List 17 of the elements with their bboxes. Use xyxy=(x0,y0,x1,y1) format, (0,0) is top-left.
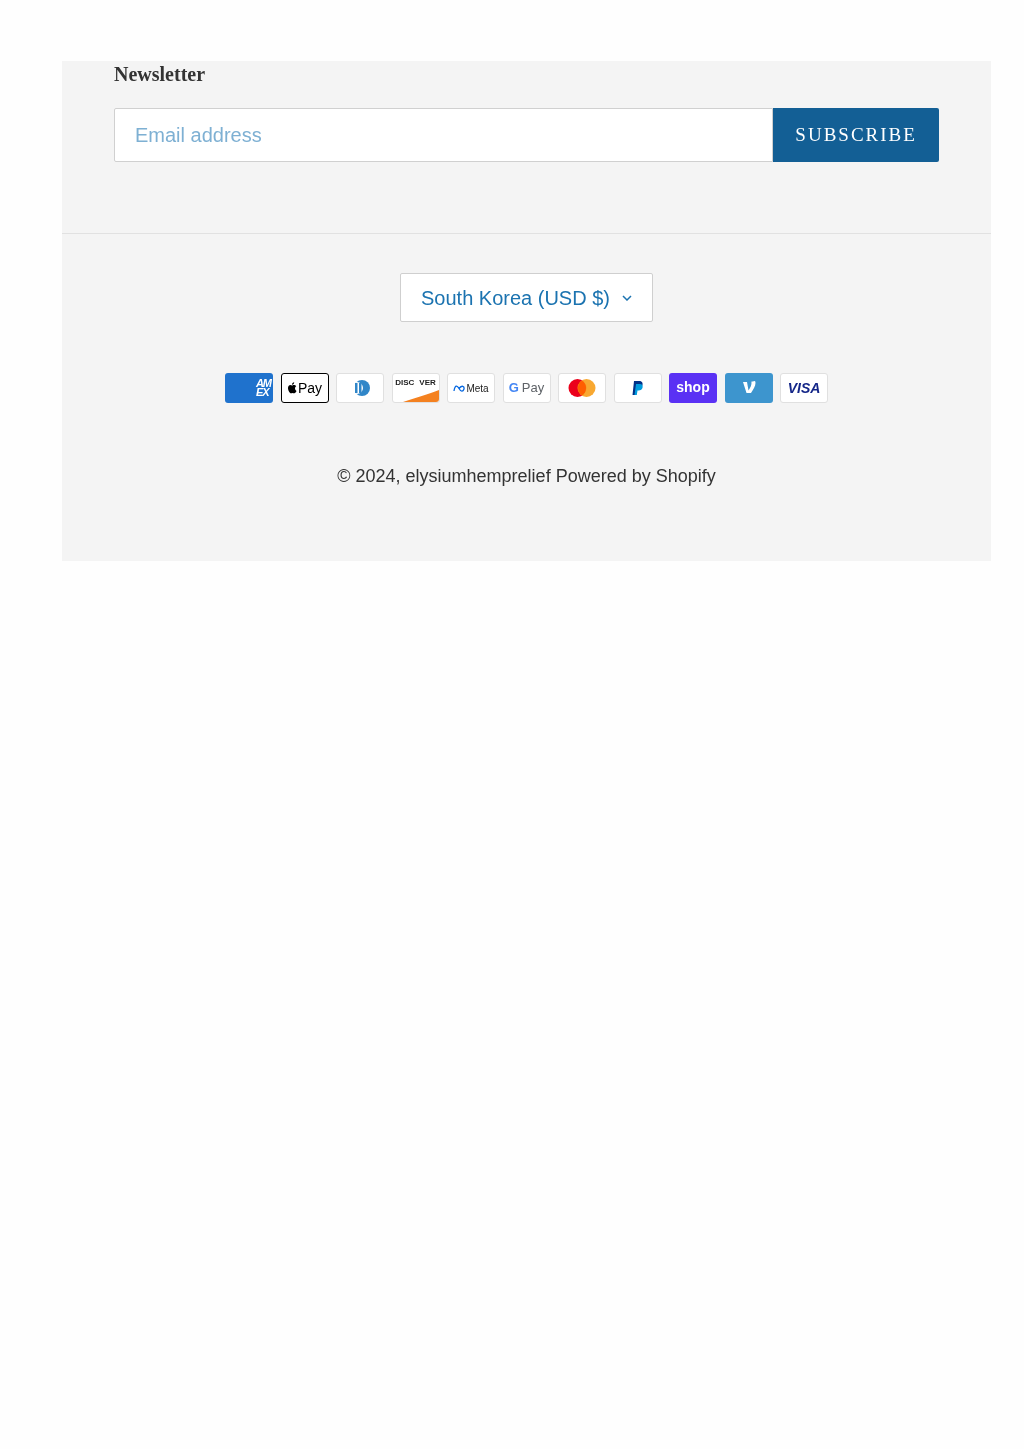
currency-selector[interactable]: South Korea (USD $) xyxy=(400,273,653,322)
venmo-icon xyxy=(724,373,773,403)
paypal-icon xyxy=(613,373,662,403)
shop-pay-icon: shop xyxy=(669,373,717,403)
chevron-down-icon xyxy=(622,294,632,301)
apple-pay-icon: Pay xyxy=(280,373,329,403)
amex-card-icon: AM EX xyxy=(225,373,273,403)
subscribe-button[interactable]: SUBSCRIBE xyxy=(773,108,939,162)
diners-card-icon xyxy=(336,373,384,403)
meta-pay-icon: Meta xyxy=(447,373,495,403)
discover-card-icon: DISC VER xyxy=(391,373,440,403)
newsletter-heading: Newsletter xyxy=(114,62,206,87)
google-pay-icon: G Pay xyxy=(502,373,551,403)
copyright-text: © 2024, elysiumhemprelief Powered by Shopify xyxy=(337,465,716,488)
email-field[interactable]: Email address xyxy=(114,108,774,162)
visa-card-icon: VISA xyxy=(780,373,828,403)
mastercard-icon xyxy=(558,373,606,403)
